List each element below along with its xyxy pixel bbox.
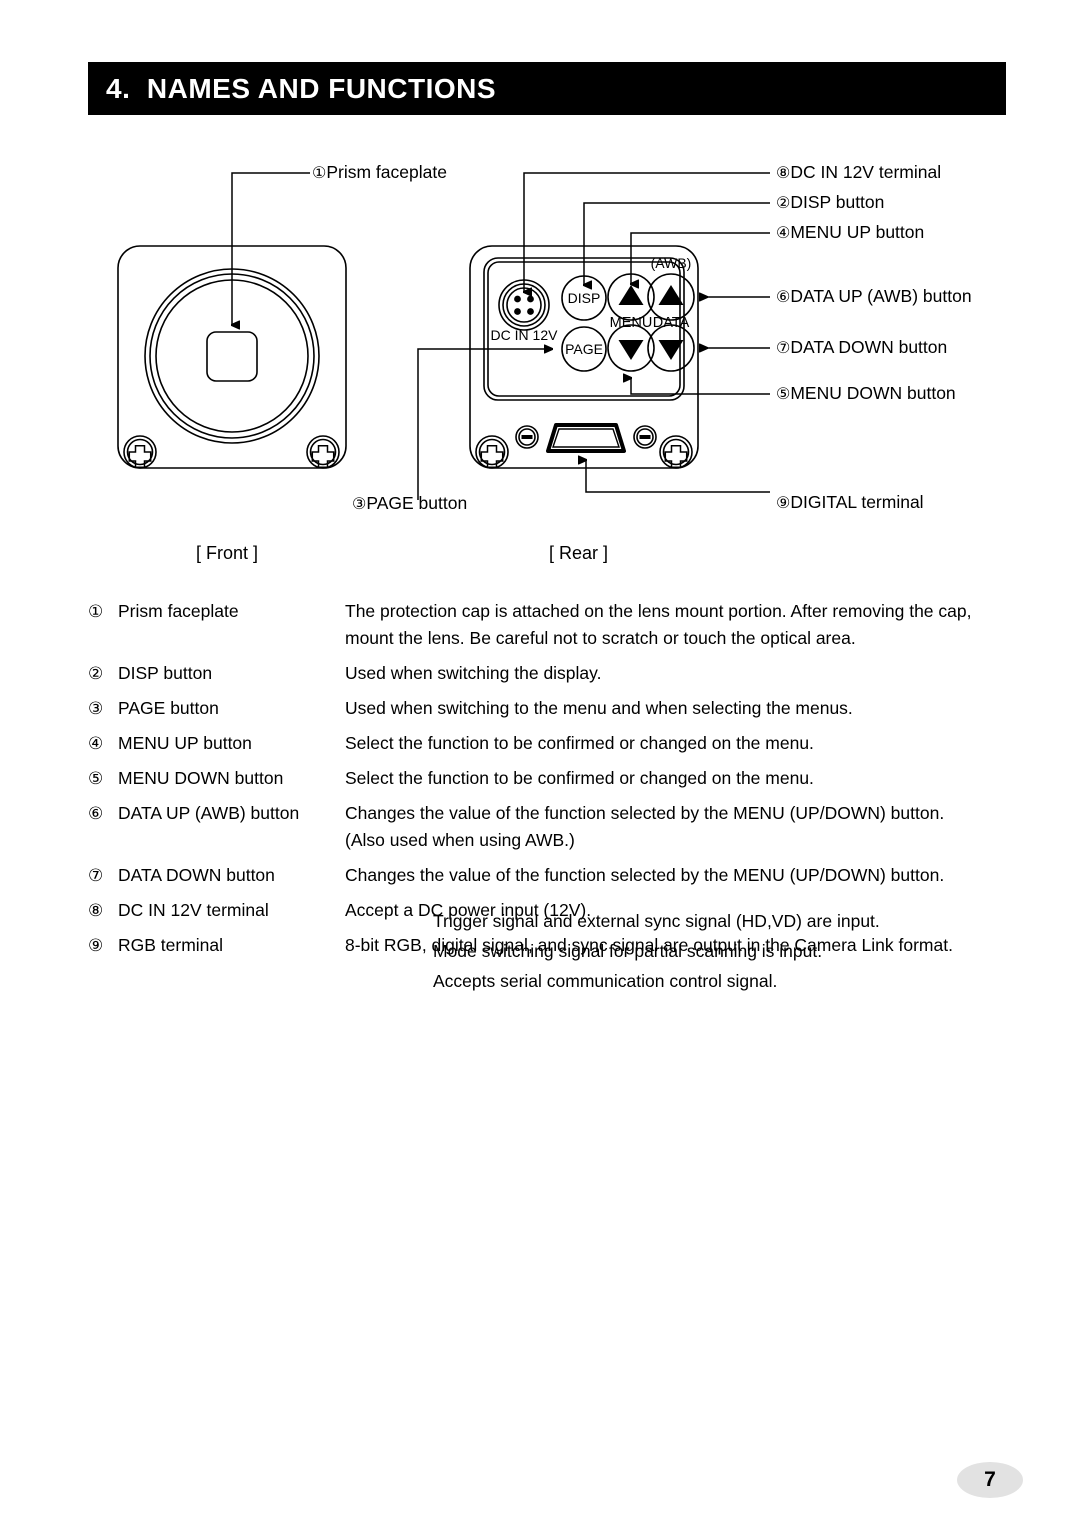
callout-dc-in-terminal: ⑧DC IN 12V terminal (776, 162, 942, 182)
description-name: DC IN 12V terminal (118, 900, 269, 920)
description-line: Select the function to be confirmed or c… (345, 733, 814, 753)
description-line: Changes the value of the function select… (345, 803, 945, 823)
description-line: Used when switching the display. (345, 663, 602, 683)
description-name: MENU DOWN button (118, 768, 284, 788)
description-row: ⑥ DATA UP (AWB) button Changes the value… (88, 800, 1018, 854)
description-row: ⑦ DATA DOWN button Changes the value of … (88, 862, 1018, 889)
rear-view-screw-left (475, 435, 509, 469)
callout-prism-faceplate: ①Prism faceplate (312, 162, 447, 182)
description-line: mount the lens. Be careful not to scratc… (345, 628, 856, 648)
description-body: The protection cap is attached on the le… (345, 598, 1018, 652)
description-line: Trigger signal and external sync signal … (433, 911, 880, 931)
section-header-bar: 4. NAMES AND FUNCTIONS (88, 62, 1006, 115)
leader-line-disp (584, 202, 770, 285)
description-name: DISP button (118, 663, 213, 683)
description-line: The protection cap is attached on the le… (345, 601, 972, 621)
rear-view-screw-right (659, 435, 693, 469)
page-number-badge: 7 (957, 1462, 1023, 1498)
description-number: ④ (88, 734, 104, 753)
page-number: 7 (984, 1468, 996, 1491)
digital-terminal-graphic (546, 423, 626, 453)
description-body: Select the function to be confirmed or c… (345, 730, 1018, 757)
description-line: Mode switching signal for partial scanni… (433, 941, 823, 961)
callout-data-down-button: ⑦DATA DOWN button (776, 337, 948, 357)
description-number: ③ (88, 699, 104, 718)
description-name: PAGE button (118, 698, 219, 718)
callout-page-button: ③PAGE button (352, 493, 468, 513)
description-name: MENU UP button (118, 733, 252, 753)
description-body: Changes the value of the function select… (345, 862, 1018, 889)
description-number: ⑨ (88, 936, 104, 955)
description-row: ③ PAGE button Used when switching to the… (88, 695, 1018, 722)
description-line: Select the function to be confirmed or c… (345, 768, 814, 788)
description-number: ⑧ (88, 901, 104, 920)
description-body: Used when switching the display. (345, 660, 1018, 687)
data-label: DATA (653, 315, 690, 331)
description-row: ① Prism faceplate The protection cap is … (88, 598, 1018, 652)
leader-line-menu-down (631, 378, 770, 395)
description-row: ② DISP button Used when switching the di… (88, 660, 1018, 687)
description-row: ⑤ MENU DOWN button Select the function t… (88, 765, 1018, 792)
description-body: Used when switching to the menu and when… (345, 695, 1018, 722)
rear-view-label: [ Rear ] (549, 543, 609, 563)
description-line: (Also used when using AWB.) (345, 830, 575, 850)
data-up-awb-button-graphic (647, 273, 695, 321)
description-number: ① (88, 602, 104, 621)
description-body: Select the function to be confirmed or c… (345, 765, 1018, 792)
data-down-button-graphic (647, 324, 695, 372)
callout-data-up-button: ⑥DATA UP (AWB) button (776, 286, 972, 306)
menu-down-button-graphic (607, 324, 655, 372)
front-view-screw-right (306, 435, 340, 469)
description-number: ⑦ (88, 866, 104, 885)
menu-label: MENU (610, 315, 653, 331)
page-title: 4. NAMES AND FUNCTIONS (106, 72, 497, 104)
callout-menu-down-button: ⑤MENU DOWN button (776, 383, 956, 403)
description-body: Changes the value of the function select… (345, 800, 1018, 854)
callout-disp-button: ②DISP button (776, 192, 885, 212)
callout-menu-up-button: ④MENU UP button (776, 222, 925, 242)
front-view-label: [ Front ] (196, 543, 259, 563)
callout-digital-terminal: ⑨DIGITAL terminal (776, 492, 924, 512)
front-view-screw-left (123, 435, 157, 469)
description-number: ⑤ (88, 769, 104, 788)
disp-button-label: DISP (568, 290, 601, 306)
dc-in-panel-label: DC IN 12V (491, 327, 559, 343)
digital-terminal-screw-right (633, 425, 657, 449)
description-name: DATA UP (AWB) button (118, 803, 300, 823)
description-line: Changes the value of the function select… (345, 865, 945, 885)
description-name: DATA DOWN button (118, 865, 275, 885)
description-row: ④ MENU UP button Select the function to … (88, 730, 1018, 757)
leader-line-prism-faceplate (232, 172, 310, 325)
digital-terminal-screw-left (515, 425, 539, 449)
awb-label: (AWB) (651, 255, 692, 271)
description-line: Accepts serial communication control sig… (433, 971, 778, 991)
rgb-terminal-extra-description: Trigger signal and external sync signal … (433, 908, 1033, 998)
description-line: Used when switching to the menu and when… (345, 698, 853, 718)
description-number: ⑥ (88, 804, 104, 823)
description-number: ② (88, 664, 104, 683)
description-name: Prism faceplate (118, 601, 239, 621)
camera-diagram: DC IN 12V DISP PAGE (AWB) MENU DATA ①Pri… (0, 140, 1080, 570)
page-button-label: PAGE (565, 341, 603, 357)
leader-line-page (417, 349, 552, 500)
description-name: RGB terminal (118, 935, 224, 955)
